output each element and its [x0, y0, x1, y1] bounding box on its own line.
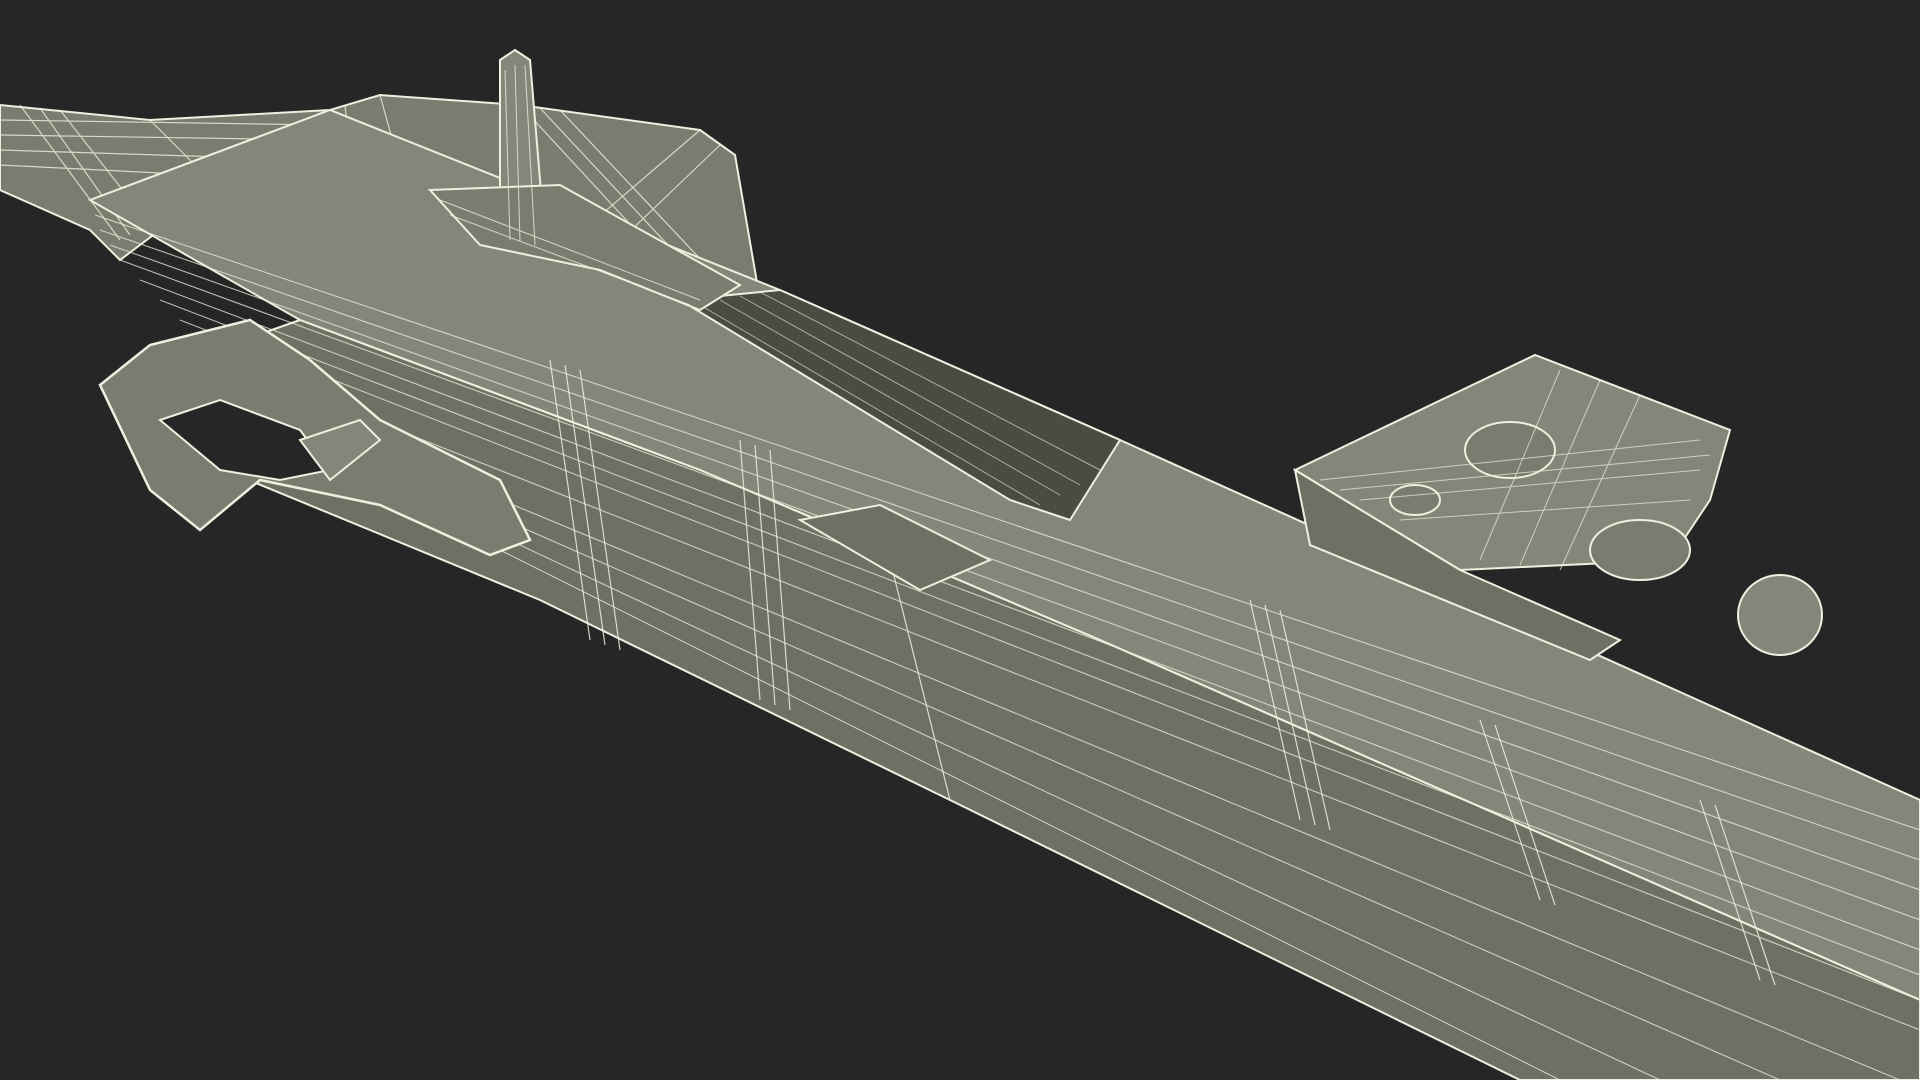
mount-screw-1 [1464, 421, 1556, 479]
wireframe-render-viewport [0, 0, 1920, 1080]
rifle-wireframe-render [0, 0, 1920, 1080]
mount-screw-2 [1589, 519, 1691, 581]
mount-screw-3 [1389, 484, 1441, 516]
mount-knob [1737, 574, 1823, 656]
